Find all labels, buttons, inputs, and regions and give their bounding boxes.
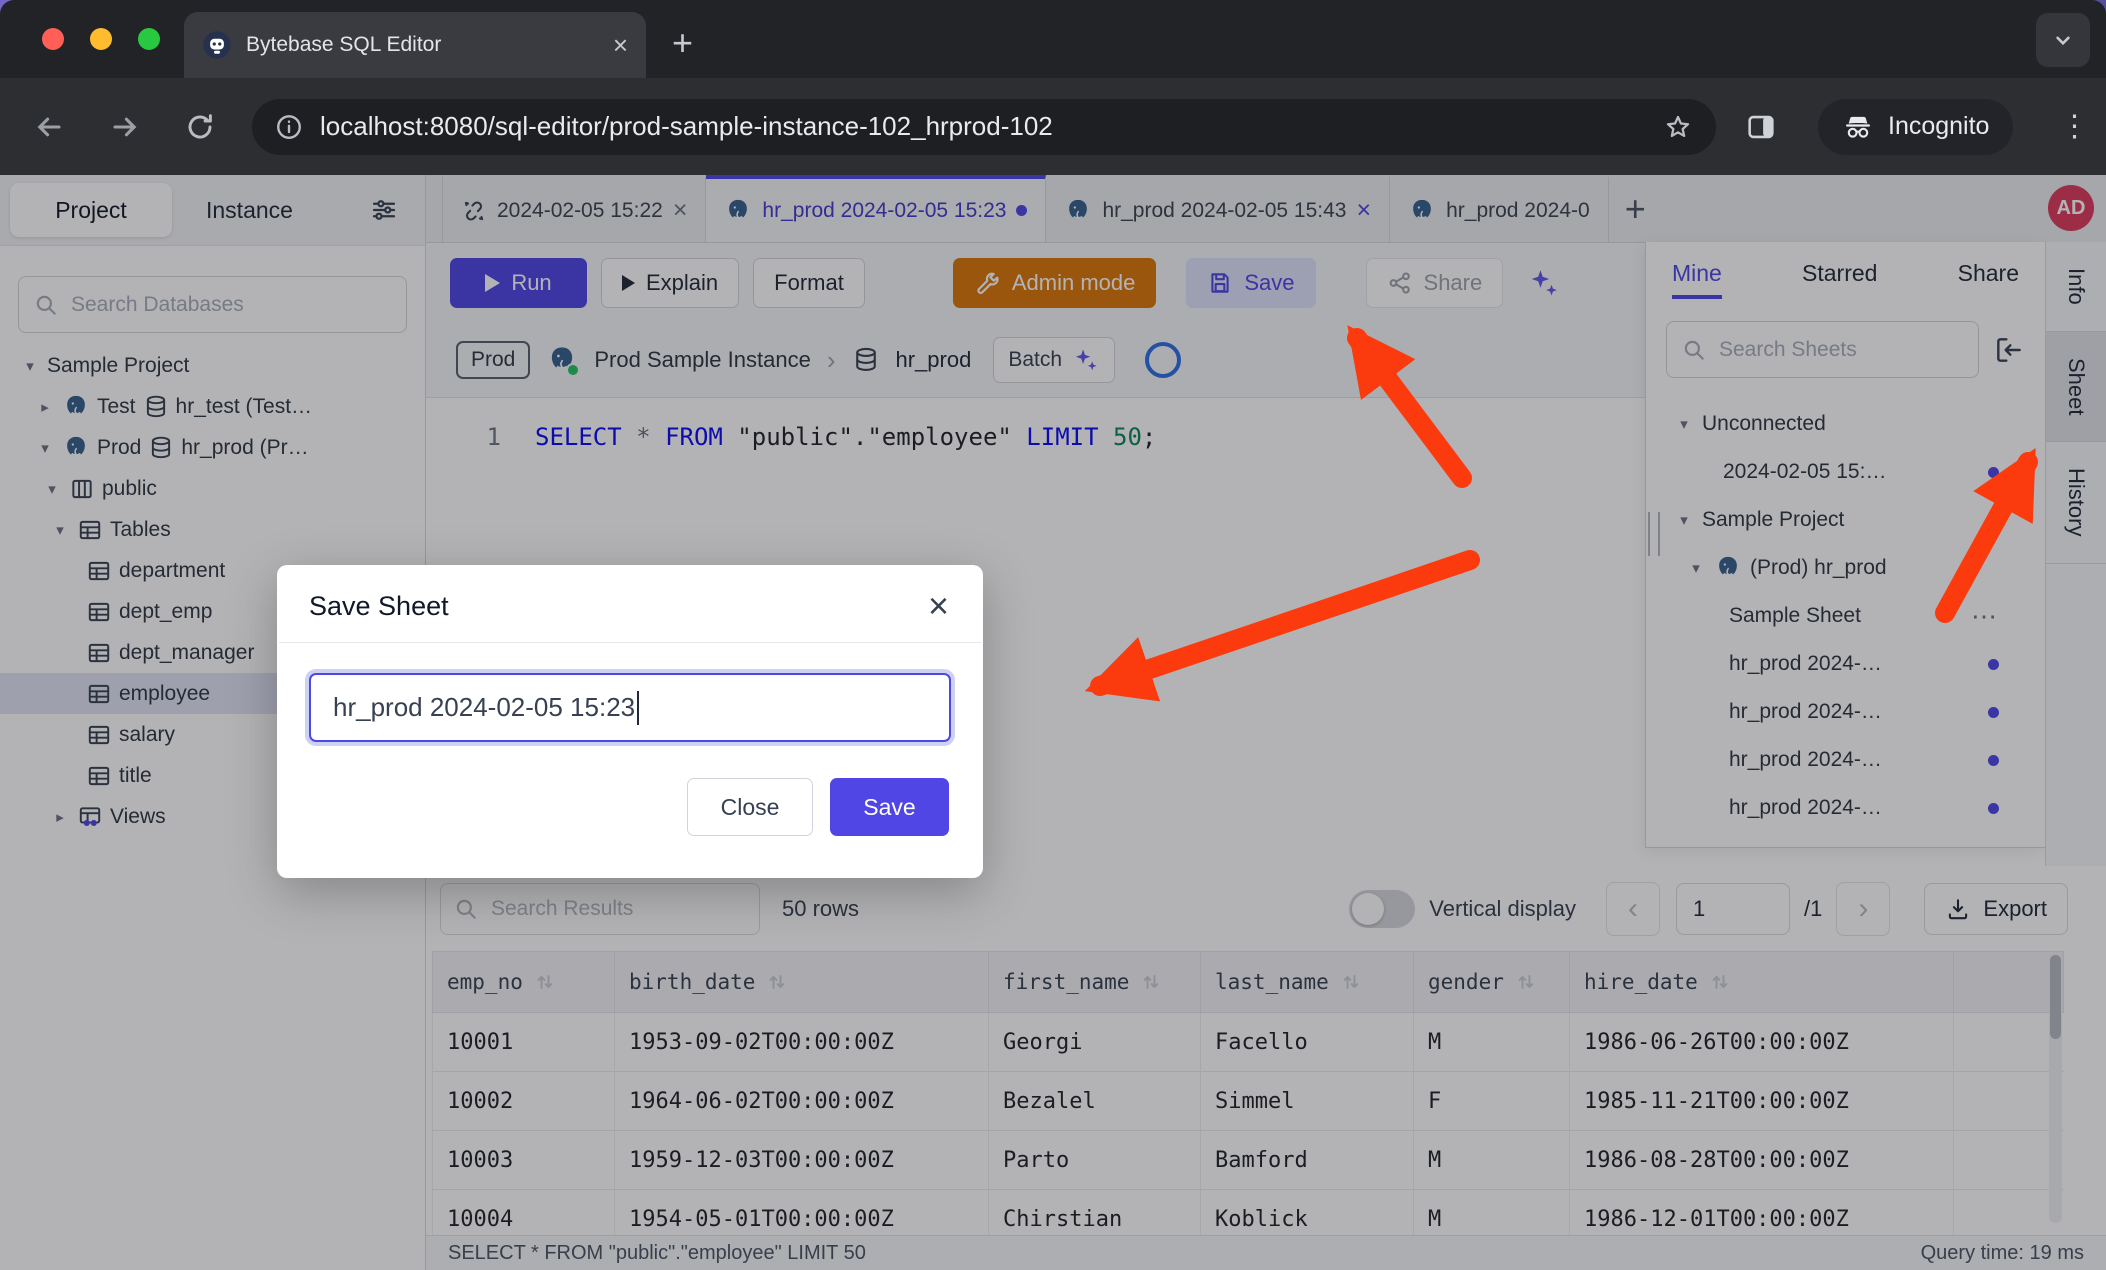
incognito-label: Incognito: [1888, 112, 1989, 141]
back-icon[interactable]: [32, 110, 66, 144]
browser-tab[interactable]: Bytebase SQL Editor ×: [184, 12, 646, 78]
zoom-window-button[interactable]: [138, 28, 160, 50]
bookmark-star-icon[interactable]: [1662, 111, 1694, 143]
browser-tabstrip: Bytebase SQL Editor × +: [0, 0, 2106, 78]
side-panel-icon[interactable]: [1744, 110, 1778, 144]
minimize-window-button[interactable]: [90, 28, 112, 50]
close-window-button[interactable]: [42, 28, 64, 50]
new-tab-button[interactable]: +: [672, 22, 693, 64]
incognito-badge: Incognito: [1818, 99, 2013, 155]
forward-icon[interactable]: [108, 110, 142, 144]
bytebase-favicon-icon: [202, 30, 232, 60]
text-cursor: [637, 691, 639, 725]
browser-menu-icon[interactable]: ⋮: [2059, 109, 2089, 144]
reload-icon[interactable]: [184, 111, 216, 143]
close-modal-icon[interactable]: ×: [928, 592, 949, 621]
window-controls: [42, 28, 160, 50]
site-info-icon[interactable]: [274, 112, 304, 142]
incognito-icon: [1842, 111, 1874, 143]
sheet-name-input[interactable]: hr_prod 2024-02-05 15:23: [309, 673, 951, 742]
modal-save-button[interactable]: Save: [830, 778, 949, 836]
modal-divider: [279, 642, 981, 643]
modal-title: Save Sheet: [309, 591, 928, 622]
sql-editor-app: Project Instance ▾Sample Project▸Testhr_…: [0, 175, 2106, 1270]
save-sheet-modal: Save Sheet × hr_prod 2024-02-05 15:23 Cl…: [277, 565, 983, 878]
browser-chrome: Bytebase SQL Editor × +: [0, 0, 2106, 175]
modal-close-button[interactable]: Close: [687, 778, 813, 836]
browser-navbar: localhost:8080/sql-editor/prod-sample-in…: [0, 78, 2106, 175]
address-bar[interactable]: localhost:8080/sql-editor/prod-sample-in…: [252, 99, 1716, 155]
close-browser-tab-icon[interactable]: ×: [613, 32, 628, 58]
tab-search-button[interactable]: [2036, 13, 2090, 67]
url-text: localhost:8080/sql-editor/prod-sample-in…: [320, 111, 1646, 142]
chevron-down-icon: [2050, 27, 2076, 53]
sheet-name-value: hr_prod 2024-02-05 15:23: [333, 692, 635, 723]
browser-tab-title: Bytebase SQL Editor: [246, 33, 599, 57]
browser-window: Bytebase SQL Editor × +: [0, 0, 2106, 1270]
